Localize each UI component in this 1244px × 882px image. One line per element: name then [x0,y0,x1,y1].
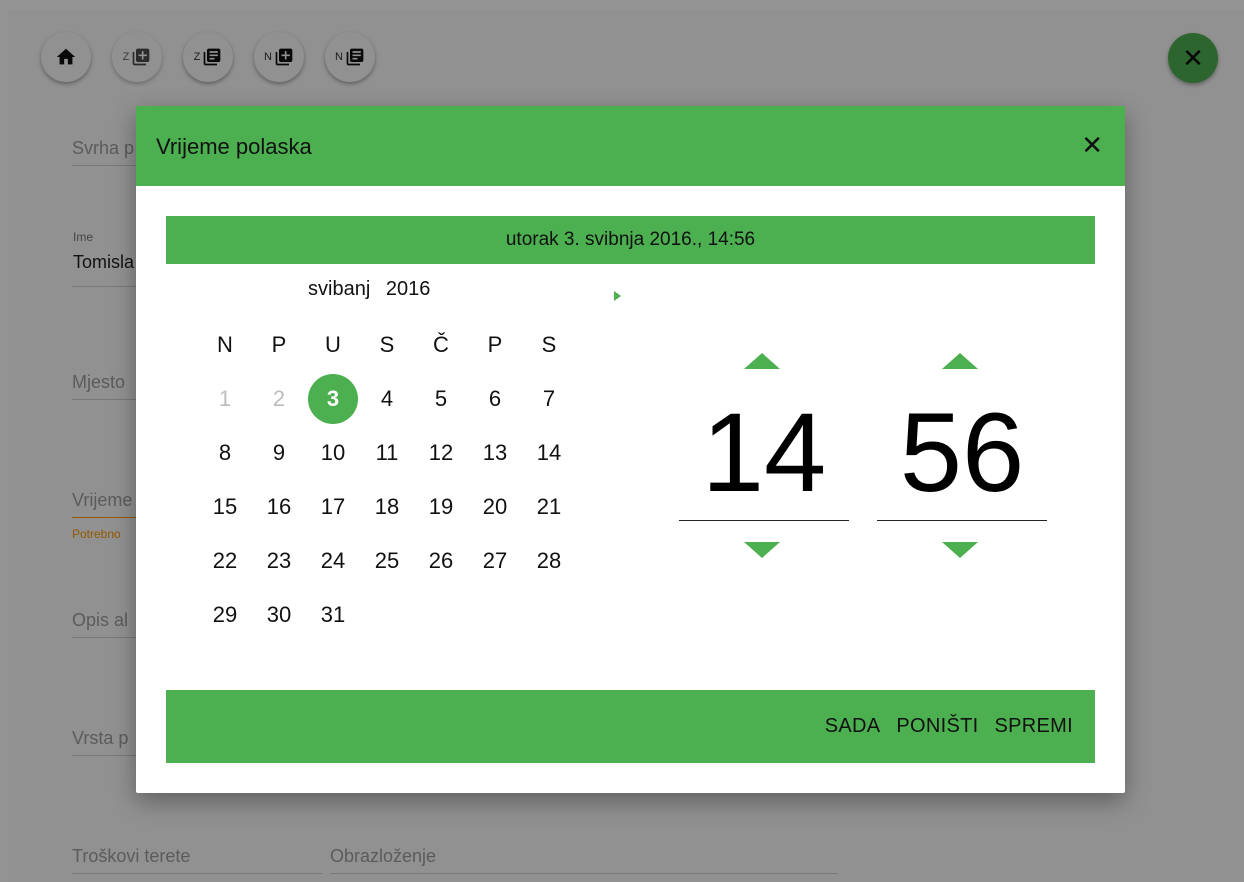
next-month-icon[interactable] [614,291,621,301]
calendar-day[interactable]: 8 [198,426,252,480]
calendar-day[interactable]: 21 [522,480,576,534]
hour-value[interactable]: 14 [679,386,849,521]
weekday-label: S [379,332,395,357]
calendar-day[interactable]: 22 [198,534,252,588]
calendar-day[interactable]: 26 [414,534,468,588]
calendar-day[interactable]: 12 [414,426,468,480]
cancel-button[interactable]: PONIŠTI [896,715,978,738]
calendar-day[interactable]: 19 [414,480,468,534]
calendar-day: 1 [218,386,232,411]
calendar-week-row: 15 16 17 18 19 20 21 [198,480,576,534]
calendar-day[interactable]: 17 [306,480,360,534]
calendar-day[interactable]: 30 [252,588,306,642]
calendar-day[interactable]: 4 [360,372,414,426]
calendar-day[interactable]: 6 [468,372,522,426]
calendar-day[interactable]: 14 [522,426,576,480]
calendar-week-row: 1 2 3 4 5 6 7 [198,372,576,426]
calendar-day[interactable]: 7 [522,372,576,426]
month-year-label: svibanj 2016 [308,278,430,301]
dialog-title: Vrijeme polaska [156,134,312,159]
calendar-day[interactable]: 23 [252,534,306,588]
calendar-day[interactable]: 20 [468,480,522,534]
weekday-label: N [217,332,233,357]
month-name: svibanj [308,278,371,300]
calendar-day[interactable]: 16 [252,480,306,534]
minute-value[interactable]: 56 [877,386,1047,521]
weekday-header-row: N P U S Č P S [198,318,576,372]
calendar-day-selected[interactable]: 3 [306,372,360,426]
calendar-week-row: 8 9 10 11 12 13 14 [198,426,576,480]
hour-increment-icon[interactable] [744,353,780,369]
dialog-footer: SADA PONIŠTI SPREMI [166,690,1095,763]
calendar-day[interactable]: 28 [522,534,576,588]
calendar-day[interactable]: 11 [360,426,414,480]
selected-datetime-banner: utorak 3. svibnja 2016., 14:56 [166,216,1095,264]
minute-increment-icon[interactable] [942,353,978,369]
close-icon: ✕ [1081,130,1103,160]
weekday-label: S [541,332,557,357]
weekday-label: P [271,332,287,357]
calendar-grid: N P U S Č P S 1 2 3 4 5 6 7 8 9 10 11 12… [198,318,576,642]
weekday-label: P [487,332,503,357]
calendar-day[interactable]: 10 [306,426,360,480]
calendar-day[interactable]: 27 [468,534,522,588]
calendar-day[interactable]: 13 [468,426,522,480]
calendar-week-row: 22 23 24 25 26 27 28 [198,534,576,588]
year-value: 2016 [385,278,431,300]
weekday-label: Č [433,332,449,357]
minute-decrement-icon[interactable] [942,542,978,558]
datetime-picker-dialog: Vrijeme polaska ✕ utorak 3. svibnja 2016… [136,106,1125,793]
selected-day-number: 3 [308,374,358,424]
dialog-header: Vrijeme polaska ✕ [136,106,1125,186]
hour-decrement-icon[interactable] [744,542,780,558]
save-button[interactable]: SPREMI [995,715,1073,738]
calendar-week-row: 29 30 31 [198,588,576,642]
calendar-day[interactable]: 24 [306,534,360,588]
calendar-day[interactable]: 25 [360,534,414,588]
calendar-day[interactable]: 18 [360,480,414,534]
calendar-day[interactable]: 29 [198,588,252,642]
selected-datetime-text: utorak 3. svibnja 2016., 14:56 [505,229,756,250]
calendar-day: 2 [272,386,286,411]
calendar-day[interactable]: 15 [198,480,252,534]
calendar-day[interactable]: 9 [252,426,306,480]
weekday-label: U [325,332,341,357]
calendar-day[interactable]: 31 [306,588,360,642]
calendar-day[interactable]: 5 [414,372,468,426]
close-dialog-button[interactable]: ✕ [1081,132,1103,158]
now-button[interactable]: SADA [825,715,881,738]
